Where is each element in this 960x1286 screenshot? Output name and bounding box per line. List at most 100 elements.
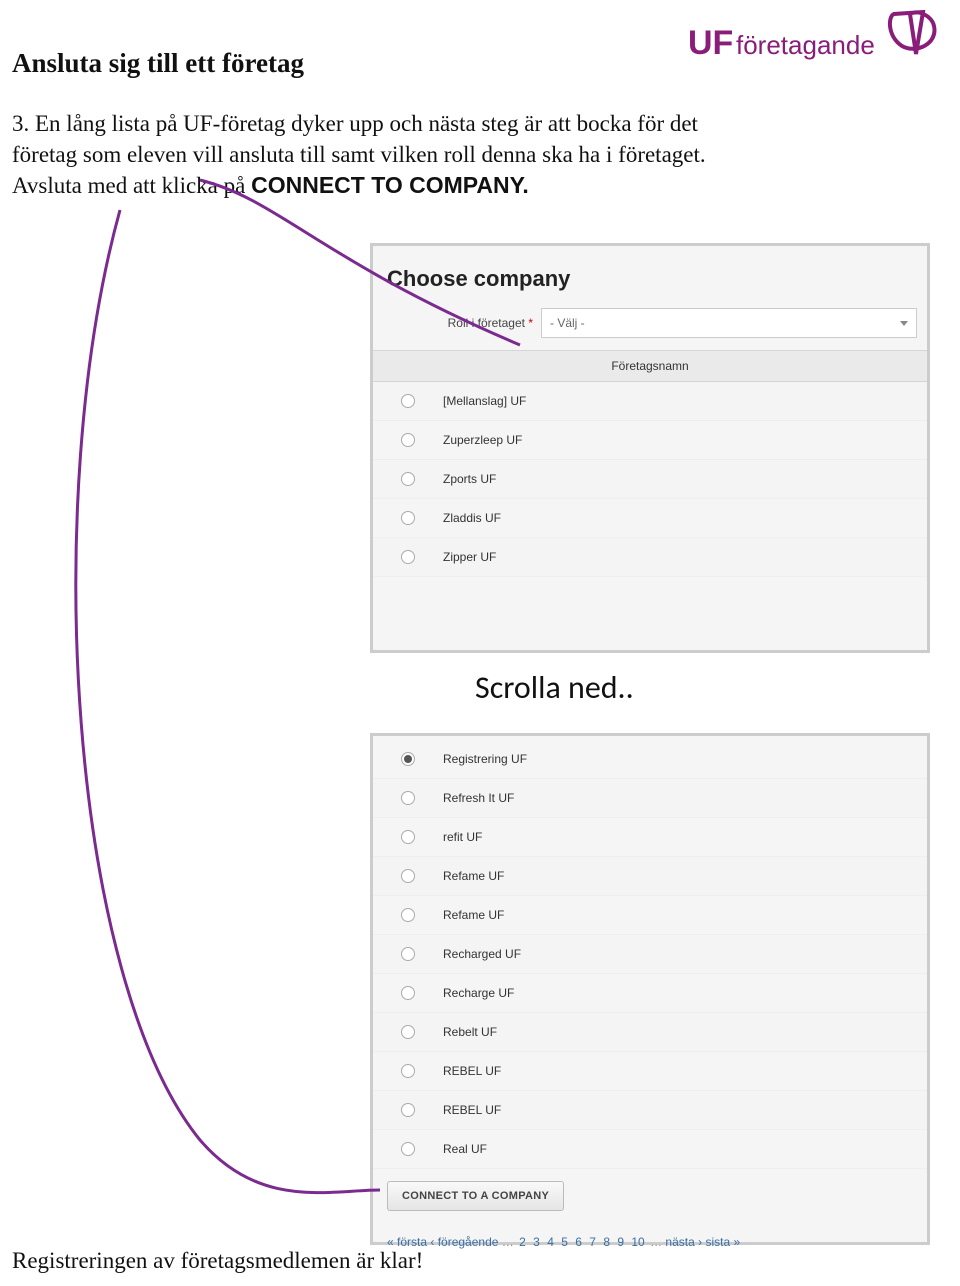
company-row[interactable]: Zladdis UF (373, 499, 927, 538)
company-name: Rebelt UF (443, 1025, 927, 1039)
radio-button[interactable] (401, 947, 415, 961)
company-name: Refame UF (443, 908, 927, 922)
company-name: [Mellanslag] UF (443, 394, 927, 408)
pager-dots: … (502, 1235, 514, 1249)
instruction-paragraph: 3. En lång lista på UF-företag dyker upp… (12, 108, 732, 201)
company-name: Recharge UF (443, 986, 927, 1000)
role-label: Roll i företaget * (383, 316, 541, 330)
company-row[interactable]: Refame UF (373, 896, 927, 935)
company-row[interactable]: Recharge UF (373, 974, 927, 1013)
company-list-bottom: Registrering UF Refresh It UF refit UF Refa… (373, 740, 927, 1169)
radio-cell (373, 947, 443, 961)
role-select-value: - Välj - (550, 316, 585, 330)
company-name: Real UF (443, 1142, 927, 1156)
radio-cell (373, 394, 443, 408)
radio-button[interactable] (401, 986, 415, 1000)
pager-first[interactable]: « första (387, 1235, 427, 1249)
radio-button[interactable] (401, 1025, 415, 1039)
uf-logo: UF företagande (688, 4, 948, 76)
radio-button[interactable] (401, 1142, 415, 1156)
pager-number[interactable]: 3 (533, 1235, 540, 1249)
pager-number[interactable]: 6 (575, 1235, 582, 1249)
company-name: Recharged UF (443, 947, 927, 961)
radio-cell (373, 908, 443, 922)
footer-text: Registreringen av företagsmedlemen är kl… (12, 1248, 423, 1274)
pager-dots: … (650, 1235, 662, 1249)
radio-button[interactable] (401, 791, 415, 805)
radio-cell (373, 752, 443, 766)
company-name: Refame UF (443, 869, 927, 883)
paragraph-bold: CONNECT TO COMPANY. (251, 172, 529, 198)
company-name: Refresh It UF (443, 791, 927, 805)
logo-thin: företagande (736, 30, 875, 60)
radio-cell (373, 1064, 443, 1078)
radio-cell (373, 1103, 443, 1117)
company-row[interactable]: Zuperzleep UF (373, 421, 927, 460)
company-name: Zladdis UF (443, 511, 927, 525)
role-row: Roll i företaget * - Välj - (383, 308, 917, 338)
radio-button[interactable] (401, 869, 415, 883)
radio-button[interactable] (401, 550, 415, 564)
company-row[interactable]: Refame UF (373, 857, 927, 896)
panel-title: Choose company (387, 266, 927, 292)
company-row[interactable]: Zports UF (373, 460, 927, 499)
company-row[interactable]: [Mellanslag] UF (373, 382, 927, 421)
logo-bold: UF (688, 24, 733, 62)
pager-number[interactable]: 2 (519, 1235, 526, 1249)
radio-cell (373, 1025, 443, 1039)
pager-next[interactable]: nästa › (665, 1235, 702, 1249)
company-row[interactable]: Refresh It UF (373, 779, 927, 818)
company-name: Registrering UF (443, 752, 927, 766)
company-name: refit UF (443, 830, 927, 844)
radio-cell (373, 1142, 443, 1156)
pager-number[interactable]: 7 (589, 1235, 596, 1249)
radio-cell (373, 986, 443, 1000)
company-row[interactable]: Rebelt UF (373, 1013, 927, 1052)
pager-number[interactable]: 9 (617, 1235, 624, 1249)
radio-button[interactable] (401, 511, 415, 525)
company-row[interactable]: REBEL UF (373, 1052, 927, 1091)
list-header: Företagsnamn (373, 350, 927, 382)
company-row[interactable]: Recharged UF (373, 935, 927, 974)
company-name: Zports UF (443, 472, 927, 486)
company-name: Zipper UF (443, 550, 927, 564)
choose-company-panel-top: Choose company Roll i företaget * - Välj… (370, 243, 930, 653)
radio-cell (373, 869, 443, 883)
company-row[interactable]: REBEL UF (373, 1091, 927, 1130)
pager: « första ‹ föregående … 2 3 4 5 6 7 8 9 … (387, 1235, 927, 1249)
pager-last[interactable]: sista » (705, 1235, 740, 1249)
pager-number[interactable]: 8 (603, 1235, 610, 1249)
radio-cell (373, 472, 443, 486)
company-row[interactable]: refit UF (373, 818, 927, 857)
company-name: REBEL UF (443, 1064, 927, 1078)
radio-cell (373, 830, 443, 844)
radio-button[interactable] (401, 908, 415, 922)
company-row[interactable]: Zipper UF (373, 538, 927, 577)
company-name: REBEL UF (443, 1103, 927, 1117)
role-select[interactable]: - Välj - (541, 308, 917, 338)
chevron-down-icon (900, 321, 908, 326)
scroll-hint: Scrolla ned.. (455, 662, 654, 713)
radio-button[interactable] (401, 394, 415, 408)
radio-button[interactable] (401, 1064, 415, 1078)
radio-button[interactable] (401, 752, 415, 766)
radio-cell (373, 550, 443, 564)
radio-cell (373, 433, 443, 447)
pager-number[interactable]: 4 (547, 1235, 554, 1249)
radio-button[interactable] (401, 830, 415, 844)
pager-number[interactable]: 10 (631, 1235, 644, 1249)
radio-button[interactable] (401, 433, 415, 447)
connect-to-company-button[interactable]: CONNECT TO A COMPANY (387, 1181, 564, 1211)
company-row[interactable]: Registrering UF (373, 740, 927, 779)
radio-button[interactable] (401, 472, 415, 486)
choose-company-panel-bottom: Registrering UF Refresh It UF refit UF Refa… (370, 733, 930, 1245)
company-name: Zuperzleep UF (443, 433, 927, 447)
radio-button[interactable] (401, 1103, 415, 1117)
radio-cell (373, 791, 443, 805)
company-list-top: [Mellanslag] UF Zuperzleep UF Zports UF Zla… (373, 382, 927, 577)
pager-prev[interactable]: ‹ föregående (430, 1235, 498, 1249)
radio-cell (373, 511, 443, 525)
pager-number[interactable]: 5 (561, 1235, 568, 1249)
page-title: Ansluta sig till ett företag (12, 48, 304, 79)
company-row[interactable]: Real UF (373, 1130, 927, 1169)
